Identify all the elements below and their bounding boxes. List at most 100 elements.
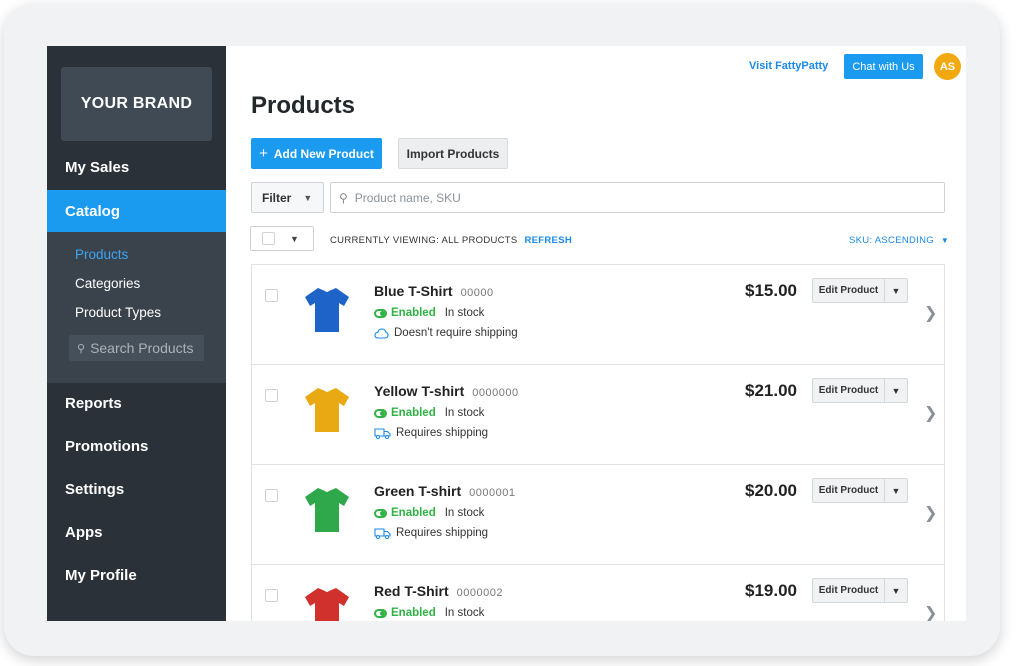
edit-product-label[interactable]: Edit Product	[813, 279, 885, 302]
sidebar: YOUR BRAND My Sales Catalog Products Cat…	[47, 46, 226, 621]
product-sku: 0000000	[472, 387, 519, 399]
avatar[interactable]: AS	[934, 53, 961, 80]
filter-dropdown[interactable]: Filter ▼	[251, 182, 324, 213]
product-price: $20.00	[745, 481, 797, 500]
status-badge: Enabled	[391, 607, 436, 619]
viewing-status: CURRENTLY VIEWING: ALL PRODUCTS REFRESH	[330, 235, 572, 246]
row-checkbox[interactable]	[265, 289, 278, 302]
chevron-right-icon[interactable]: ❯	[924, 303, 937, 323]
product-status: Enabled In stock	[374, 507, 484, 519]
shipping-label: Doesn't require shipping	[394, 327, 518, 339]
select-all-checkbox[interactable]	[262, 232, 275, 245]
subnav-item-products[interactable]: Products	[75, 247, 128, 262]
plus-icon: +	[259, 145, 268, 162]
bulk-select-dropdown[interactable]: ▼	[250, 226, 314, 251]
sidebar-item-my-profile[interactable]: My Profile	[47, 554, 226, 596]
chevron-right-icon[interactable]: ❯	[924, 603, 937, 621]
toggle-icon	[374, 408, 387, 418]
sort-dropdown[interactable]: SKU: ASCENDING ▼	[849, 235, 949, 246]
cloud-icon	[374, 327, 389, 339]
shipping-info: Requires shipping	[374, 427, 488, 439]
catalog-subnav: Products Categories Product Types ⚲ Sear…	[47, 232, 226, 383]
shipping-label: Requires shipping	[396, 527, 489, 539]
product-price: $15.00	[745, 281, 797, 300]
stock-status: In stock	[444, 307, 485, 319]
truck-icon	[374, 527, 391, 539]
tshirt-image	[305, 588, 349, 621]
refresh-link[interactable]: REFRESH	[525, 235, 573, 246]
sidebar-search-placeholder: Search Products	[90, 340, 194, 356]
sidebar-item-my-sales[interactable]: My Sales	[47, 146, 226, 188]
product-search-placeholder: Product name, SKU	[354, 190, 461, 205]
subnav-item-product-types[interactable]: Product Types	[75, 305, 161, 320]
sidebar-item-promotions[interactable]: Promotions	[47, 425, 226, 467]
product-name[interactable]: Yellow T-shirt 0000000	[374, 383, 519, 399]
chevron-right-icon[interactable]: ❯	[924, 403, 937, 423]
stock-status: In stock	[444, 507, 485, 519]
chevron-right-icon[interactable]: ❯	[924, 503, 937, 523]
row-checkbox[interactable]	[265, 589, 278, 602]
chevron-down-icon[interactable]: ▼	[885, 279, 907, 302]
sidebar-search-input[interactable]: ⚲ Search Products	[69, 335, 204, 361]
shipping-info: Requires shipping	[374, 527, 488, 539]
toggle-icon	[374, 608, 387, 618]
visit-store-link[interactable]: Visit FattyPatty	[749, 60, 828, 72]
product-name[interactable]: Blue T-Shirt 00000	[374, 283, 494, 299]
row-checkbox[interactable]	[265, 489, 278, 502]
chevron-down-icon: ▼	[940, 236, 950, 245]
sidebar-item-settings[interactable]: Settings	[47, 468, 226, 510]
product-status: Enabled In stock	[374, 307, 484, 319]
edit-product-label[interactable]: Edit Product	[813, 379, 885, 402]
shipping-info: Doesn't require shipping	[374, 327, 518, 339]
chevron-down-icon: ▼	[290, 233, 299, 244]
product-name[interactable]: Red T-Shirt 0000002	[374, 583, 503, 599]
sidebar-item-apps[interactable]: Apps	[47, 511, 226, 553]
product-sku: 0000001	[469, 487, 516, 499]
edit-product-button[interactable]: Edit Product ▼	[812, 278, 908, 303]
import-products-button[interactable]: Import Products	[398, 138, 508, 169]
chat-button[interactable]: Chat with Us	[844, 54, 923, 79]
edit-product-label[interactable]: Edit Product	[813, 479, 885, 502]
product-row[interactable]: Yellow T-shirt 0000000 Enabled In stock R…	[252, 365, 944, 465]
product-search-input[interactable]: ⚲ Product name, SKU	[330, 182, 945, 213]
status-badge: Enabled	[391, 507, 436, 519]
tshirt-image	[305, 288, 349, 332]
edit-product-label[interactable]: Edit Product	[813, 579, 885, 602]
chevron-down-icon: ▼	[303, 192, 313, 203]
sidebar-item-catalog[interactable]: Catalog	[47, 190, 226, 232]
product-row[interactable]: Green T-shirt 0000001 Enabled In stock Re…	[252, 465, 944, 565]
product-name[interactable]: Green T-shirt 0000001	[374, 483, 515, 499]
stock-status: In stock	[444, 407, 485, 419]
filter-label: Filter	[262, 190, 292, 205]
status-badge: Enabled	[391, 407, 436, 419]
add-product-button[interactable]: + Add New Product	[251, 138, 382, 169]
brand-logo[interactable]: YOUR BRAND	[61, 67, 212, 141]
add-product-label: Add New Product	[273, 146, 374, 161]
tablet-frame: YOUR BRAND My Sales Catalog Products Cat…	[4, 4, 1000, 656]
product-price: $21.00	[745, 381, 797, 400]
edit-product-button[interactable]: Edit Product ▼	[812, 478, 908, 503]
chevron-down-icon[interactable]: ▼	[885, 479, 907, 502]
tshirt-image	[305, 488, 349, 532]
product-status: Enabled In stock	[374, 407, 484, 419]
edit-product-button[interactable]: Edit Product ▼	[812, 378, 908, 403]
product-sku: 0000002	[456, 587, 503, 599]
row-checkbox[interactable]	[265, 389, 278, 402]
status-badge: Enabled	[391, 307, 436, 319]
sidebar-item-reports[interactable]: Reports	[47, 382, 226, 424]
truck-icon	[374, 427, 391, 439]
product-row[interactable]: Red T-Shirt 0000002 Enabled In stock $19.…	[252, 565, 944, 621]
search-icon: ⚲	[339, 190, 348, 205]
toggle-icon	[374, 308, 387, 318]
tshirt-image	[305, 388, 349, 432]
product-row[interactable]: Blue T-Shirt 00000 Enabled In stock Doesn…	[252, 265, 944, 365]
product-price: $19.00	[745, 581, 797, 600]
chevron-down-icon[interactable]: ▼	[885, 579, 907, 602]
toggle-icon	[374, 508, 387, 518]
chevron-down-icon[interactable]: ▼	[885, 379, 907, 402]
edit-product-button[interactable]: Edit Product ▼	[812, 578, 908, 603]
sort-label: SKU: ASCENDING	[849, 235, 934, 246]
product-sku: 00000	[460, 287, 494, 299]
subnav-item-categories[interactable]: Categories	[75, 276, 140, 291]
page-title: Products	[251, 92, 356, 119]
